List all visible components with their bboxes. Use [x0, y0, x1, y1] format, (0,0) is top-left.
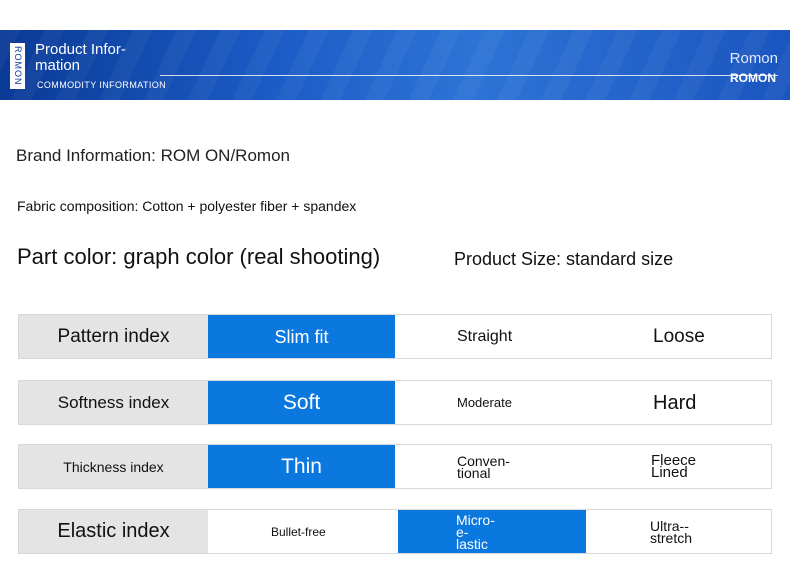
index-option: Fleece Lined	[651, 451, 697, 481]
thickness-index-row: Thickness index Thin Conven-tional Fleec…	[18, 444, 772, 489]
index-label: Pattern index	[19, 315, 208, 358]
banner-subtitle: COMMODITY INFORMATION	[37, 80, 167, 90]
banner-brand-caps: ROMON	[730, 71, 776, 85]
fabric-composition: Fabric composition: Cotton + polyester f…	[17, 198, 357, 214]
product-info-banner: ROMON Product Infor-mation COMMODITY INF…	[0, 30, 790, 100]
part-color: Part color: graph color (real shooting)	[17, 244, 381, 269]
index-option-selected: Thin	[208, 445, 395, 488]
index-option: Conven-tional	[457, 452, 510, 481]
index-label: Elastic index	[19, 510, 208, 553]
index-label: Softness index	[19, 381, 208, 424]
index-option: Ultra--stretch	[650, 517, 693, 546]
pattern-index-row: Pattern index Slim fit Straight Loose	[18, 314, 772, 359]
index-label: Thickness index	[19, 445, 208, 488]
softness-index-row: Softness index Soft Moderate Hard	[18, 380, 772, 425]
index-option: Bullet-free	[271, 524, 326, 539]
index-option: Hard	[653, 391, 697, 414]
banner-title: Product Infor-mation	[35, 41, 126, 74]
brand-side-tag: ROMON	[10, 43, 25, 89]
elastic-index-row: Elastic index Bullet-free Micro-e-lastic…	[18, 509, 772, 554]
index-option: Moderate	[457, 394, 512, 410]
index-option-selected: Micro-e-lastic	[398, 510, 586, 553]
index-option-selected: Slim fit	[208, 315, 395, 358]
index-option-selected: Soft	[208, 381, 395, 424]
brand-information: Brand Information: ROM ON/Romon	[16, 146, 290, 165]
banner-brand: Romon	[729, 50, 778, 67]
index-option: Loose	[653, 325, 705, 347]
banner-divider	[160, 75, 778, 76]
index-option: Straight	[457, 327, 513, 345]
product-size: Product Size: standard size	[454, 249, 674, 269]
